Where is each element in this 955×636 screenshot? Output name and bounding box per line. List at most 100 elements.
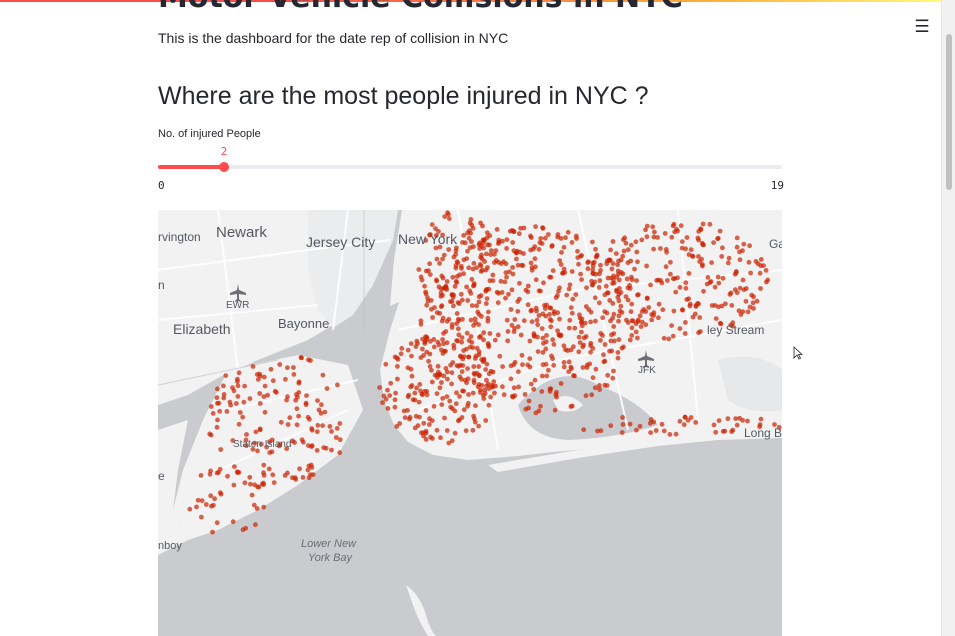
collision-point xyxy=(659,421,665,427)
collision-point xyxy=(422,341,428,346)
collision-point xyxy=(550,268,556,273)
collision-point xyxy=(261,394,267,399)
collision-point xyxy=(477,240,483,246)
collision-point xyxy=(741,241,747,247)
collision-point xyxy=(450,274,456,280)
collision-point xyxy=(575,248,580,254)
collision-point xyxy=(520,263,526,268)
collision-point xyxy=(377,385,382,390)
map-label-ewr: EWR xyxy=(226,300,249,311)
collision-point xyxy=(501,259,506,265)
collision-point xyxy=(257,371,262,377)
collision-point xyxy=(194,504,199,510)
collision-point xyxy=(566,325,572,331)
collision-point xyxy=(484,383,490,389)
collision-point xyxy=(736,308,742,314)
page-scrollbar[interactable] xyxy=(941,0,955,636)
collision-point xyxy=(455,300,461,305)
collision-point xyxy=(436,342,442,348)
collision-point xyxy=(449,322,455,327)
collision-point xyxy=(476,311,482,317)
collision-point xyxy=(625,260,631,266)
collision-point xyxy=(526,398,532,404)
collision-point xyxy=(763,268,769,273)
collision-point xyxy=(668,259,673,265)
collision-point xyxy=(609,266,615,272)
collision-point xyxy=(538,403,543,409)
collision-point xyxy=(616,258,621,264)
collision-point xyxy=(452,430,458,436)
collision-point xyxy=(409,373,415,379)
collision-point xyxy=(314,429,320,435)
collision-point xyxy=(701,288,706,294)
collision-point xyxy=(283,376,288,382)
collision-point xyxy=(533,277,539,283)
collision-point xyxy=(486,402,492,408)
collision-point xyxy=(629,301,635,307)
collision-point xyxy=(693,420,699,425)
collision-point xyxy=(466,354,472,360)
collision-point xyxy=(481,237,487,243)
collision-point xyxy=(648,282,653,288)
collision-point xyxy=(709,303,715,308)
collision-point xyxy=(717,228,723,234)
collision-point xyxy=(608,423,614,429)
collision-point xyxy=(436,284,442,290)
collision-point xyxy=(528,233,533,239)
collision-point xyxy=(665,278,670,283)
collision-point xyxy=(480,223,485,229)
main-menu-button[interactable]: ☰ xyxy=(909,14,935,40)
scrollbar-thumb[interactable] xyxy=(946,34,952,190)
collision-point xyxy=(242,383,247,389)
collision-point xyxy=(393,390,398,396)
collision-point xyxy=(753,259,759,264)
collision-point xyxy=(249,492,255,498)
collision-point xyxy=(468,334,474,339)
collision-point xyxy=(441,341,446,347)
collision-point xyxy=(504,274,509,280)
collision-point xyxy=(745,418,750,424)
collision-point xyxy=(615,350,621,355)
collision-point xyxy=(730,427,736,433)
collision-point xyxy=(446,247,452,252)
collision-point xyxy=(491,379,497,385)
collision-point xyxy=(590,267,596,273)
collision-point xyxy=(221,392,227,397)
collision-point xyxy=(225,473,230,479)
injured-people-slider[interactable] xyxy=(158,162,782,172)
collision-point xyxy=(606,257,612,263)
page-subtitle: This is the dashboard for the date rep o… xyxy=(158,30,509,46)
collision-point xyxy=(515,309,521,314)
collision-point xyxy=(473,403,478,409)
collision-point xyxy=(268,366,274,372)
collision-point xyxy=(620,271,626,277)
collision-point xyxy=(429,367,434,373)
slider-handle[interactable] xyxy=(219,162,229,172)
collision-point xyxy=(299,437,305,443)
collision-point xyxy=(658,246,663,251)
collision-point xyxy=(531,246,536,252)
collision-point xyxy=(221,383,226,389)
collision-point xyxy=(661,335,667,341)
collision-point xyxy=(227,399,233,405)
collision-map[interactable]: rvington Newark Jersey City New York Ga … xyxy=(158,210,782,636)
collision-point xyxy=(438,304,444,309)
collision-point xyxy=(469,222,475,228)
collision-point xyxy=(637,423,643,429)
collision-point xyxy=(488,248,494,253)
collision-point xyxy=(215,386,220,392)
collision-point xyxy=(654,278,660,283)
collision-point xyxy=(660,307,666,313)
collision-point xyxy=(435,363,441,369)
collision-point xyxy=(508,376,514,382)
collision-point xyxy=(203,502,209,507)
collision-point xyxy=(476,294,482,300)
collision-point xyxy=(663,264,669,270)
collision-point xyxy=(596,285,602,290)
collision-point xyxy=(561,244,567,250)
collision-point xyxy=(253,429,259,435)
collision-point xyxy=(414,385,419,391)
collision-point xyxy=(421,420,427,426)
collision-point xyxy=(523,287,529,293)
collision-point xyxy=(444,279,450,284)
